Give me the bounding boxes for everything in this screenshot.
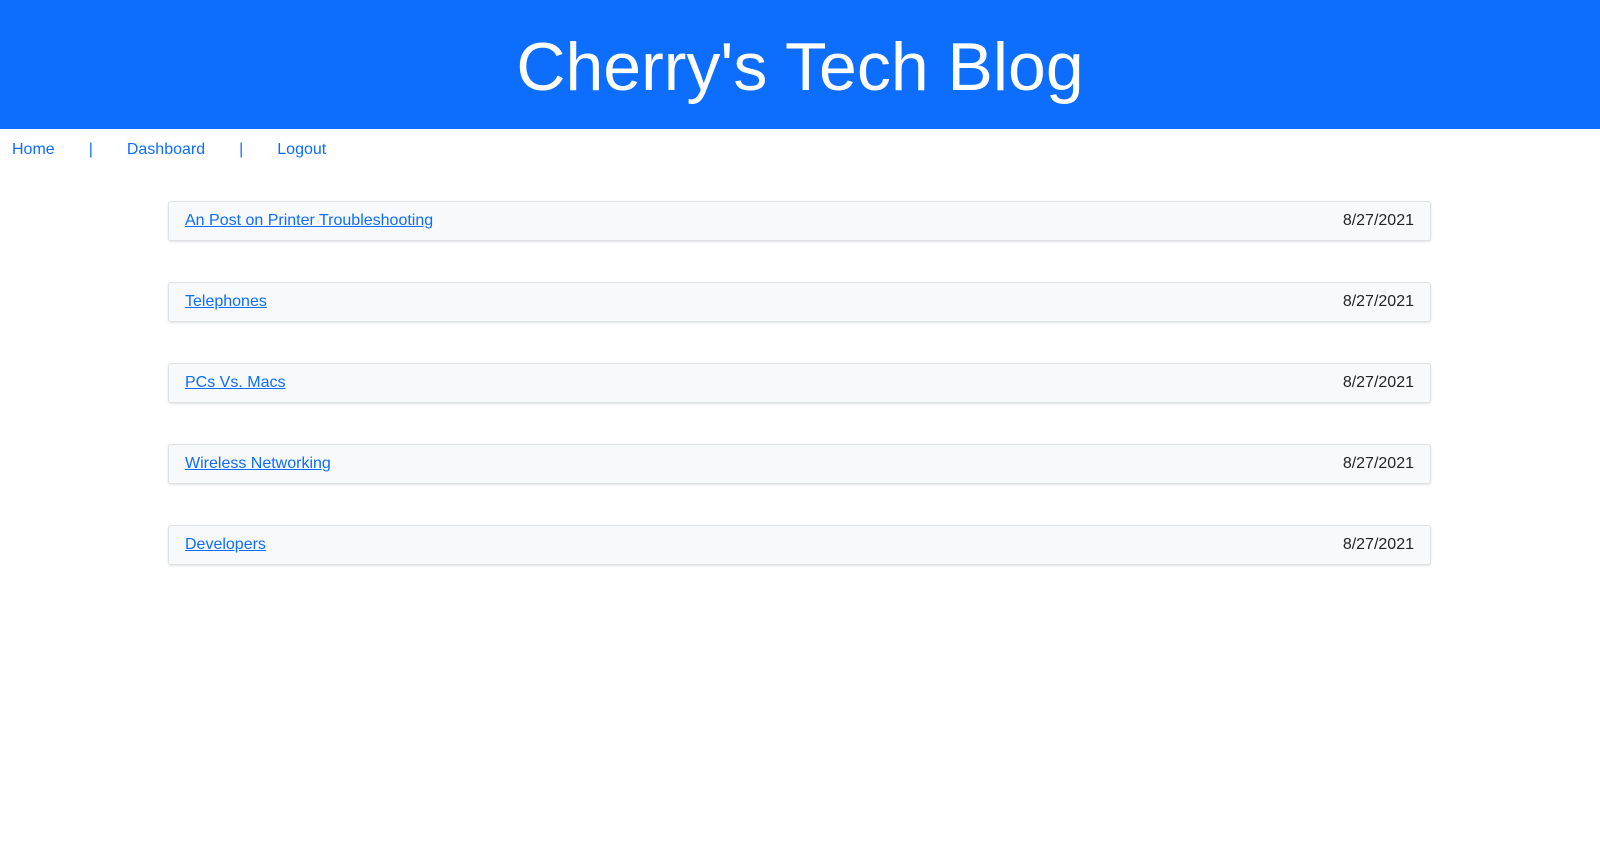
post-title-link[interactable]: Developers — [185, 536, 266, 554]
post-title-link[interactable]: An Post on Printer Troubleshooting — [185, 212, 433, 230]
post-title-link[interactable]: Wireless Networking — [185, 455, 331, 473]
nav-logout-link[interactable]: Logout — [277, 141, 326, 159]
nav-separator: | — [88, 141, 93, 158]
site-header: Cherry's Tech Blog — [0, 0, 1600, 129]
main-nav: Home | Dashboard | Logout — [0, 129, 1600, 171]
post-card: Developers 8/27/2021 — [168, 525, 1431, 565]
post-date: 8/27/2021 — [1342, 536, 1414, 553]
nav-separator: | — [239, 141, 244, 158]
post-card: Telephones 8/27/2021 — [168, 282, 1431, 322]
post-card: Wireless Networking 8/27/2021 — [168, 444, 1431, 484]
post-date: 8/27/2021 — [1342, 212, 1414, 229]
nav-dashboard-link[interactable]: Dashboard — [127, 141, 205, 159]
post-date: 8/27/2021 — [1342, 455, 1414, 472]
post-date: 8/27/2021 — [1342, 293, 1414, 310]
post-title-link[interactable]: PCs Vs. Macs — [185, 374, 285, 392]
post-list: An Post on Printer Troubleshooting 8/27/… — [168, 171, 1431, 565]
page-title: Cherry's Tech Blog — [516, 28, 1084, 105]
post-card: PCs Vs. Macs 8/27/2021 — [168, 363, 1431, 403]
nav-home-link[interactable]: Home — [12, 141, 55, 159]
post-date: 8/27/2021 — [1342, 374, 1414, 391]
post-title-link[interactable]: Telephones — [185, 293, 267, 311]
post-card: An Post on Printer Troubleshooting 8/27/… — [168, 201, 1431, 241]
